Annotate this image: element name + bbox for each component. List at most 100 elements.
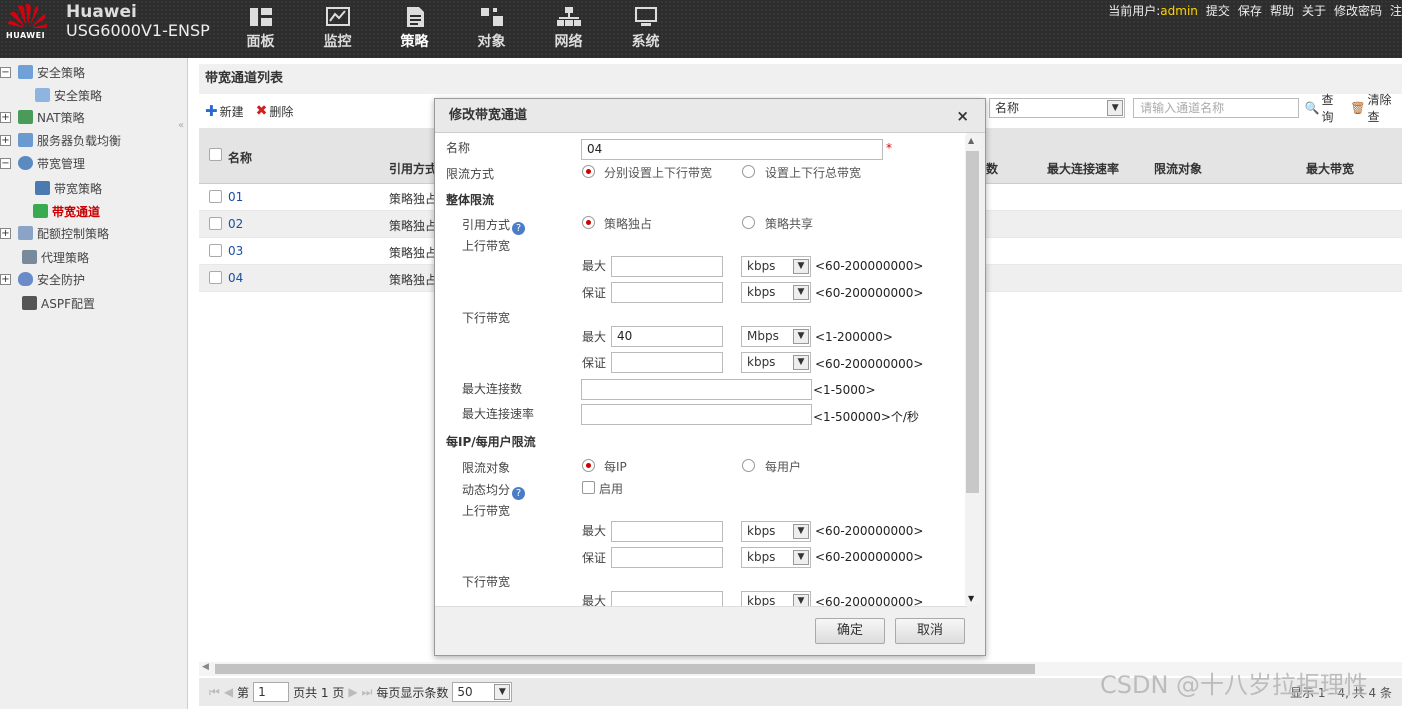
header-max-rate[interactable]: 最大连接速率 <box>1047 160 1119 177</box>
prev-page-icon[interactable]: ◀ <box>224 685 233 699</box>
clear-button[interactable]: 🗑 清除查 <box>1350 91 1402 125</box>
sidebar-item-security-policy-group[interactable]: − 安全策略 <box>0 61 85 83</box>
sidebar-item-security-policy[interactable]: 安全策略 <box>35 84 102 106</box>
row-name-link[interactable]: 03 <box>228 244 243 258</box>
query-button[interactable]: 🔍 查询 <box>1305 91 1345 125</box>
per-uplink-guarantee-input[interactable] <box>611 547 723 568</box>
chevron-down-icon: ▼ <box>793 524 809 539</box>
help-icon[interactable]: ? <box>512 222 526 235</box>
max-rate-input[interactable] <box>581 404 812 425</box>
sidebar-item-nat[interactable]: + NAT策略 <box>0 106 85 128</box>
sidebar-item-bandwidth[interactable]: − 带宽管理 <box>0 152 85 174</box>
page-number-input[interactable]: 1 <box>253 682 290 702</box>
filter-field-select[interactable]: 名称 ▼ <box>989 98 1126 118</box>
header-ref-mode[interactable]: 引用方式 <box>389 160 437 177</box>
nav-policy[interactable]: 策略 <box>376 6 453 51</box>
first-page-icon[interactable]: ⏮ <box>209 685 220 700</box>
downlink-guarantee-input[interactable] <box>611 352 723 373</box>
nav-system[interactable]: 系统 <box>607 6 684 51</box>
sidebar-item-slb[interactable]: + 服务器负载均衡 <box>0 129 121 151</box>
per-uplink-max-unit-select[interactable]: kbps ▼ <box>741 521 811 542</box>
per-uplink-guarantee-unit-select[interactable]: kbps ▼ <box>741 547 811 568</box>
scroll-left-icon[interactable]: ◀ <box>202 662 209 672</box>
header-name[interactable]: 名称 <box>228 149 252 166</box>
expand-toggle-icon[interactable]: + <box>0 111 11 123</box>
expand-toggle-icon[interactable]: + <box>0 227 11 239</box>
select-all-checkbox[interactable] <box>209 148 222 161</box>
row-checkbox[interactable] <box>209 271 222 284</box>
sidebar-item-proxy[interactable]: 代理策略 <box>22 246 89 268</box>
channel-search-input[interactable]: 请输入通道名称 <box>1133 98 1299 118</box>
downlink-guarantee-unit-select[interactable]: kbps ▼ <box>741 352 811 373</box>
per-uplink-max-input[interactable] <box>611 521 723 542</box>
name-input[interactable]: 04 <box>581 139 883 160</box>
sidebar-item-quota[interactable]: + 配额控制策略 <box>0 222 109 244</box>
collapse-toggle-icon[interactable]: − <box>0 66 11 78</box>
row-checkbox[interactable] <box>209 190 222 203</box>
delete-button[interactable]: ✖ 删除 <box>256 103 294 120</box>
target-per-user-radio[interactable] <box>742 459 755 472</box>
save-link[interactable]: 保存 <box>1238 2 1262 19</box>
top-links: 当前用户:admin 提交 保存 帮助 关于 修改密码 注 <box>1108 2 1402 19</box>
close-icon[interactable]: × <box>956 99 969 133</box>
scroll-down-icon[interactable]: ▼ <box>968 594 974 603</box>
mode-separate-radio[interactable] <box>582 165 595 178</box>
uplink-guarantee-unit-select[interactable]: kbps ▼ <box>741 282 811 303</box>
sidebar-item-protection[interactable]: + 安全防护 <box>0 268 85 290</box>
scrollbar-thumb[interactable] <box>966 151 979 493</box>
header-max-bandwidth[interactable]: 最大带宽 <box>1306 160 1354 177</box>
chevron-down-icon: ▼ <box>793 550 809 565</box>
ref-exclusive-radio[interactable] <box>582 216 595 229</box>
nav-monitor[interactable]: 监控 <box>299 6 376 51</box>
current-user[interactable]: admin <box>1160 4 1198 18</box>
sidebar-collapse-icon[interactable]: « <box>178 120 184 131</box>
nav-object[interactable]: 对象 <box>453 6 530 51</box>
new-button[interactable]: ✚ 新建 <box>205 102 244 120</box>
ref-shared-radio[interactable] <box>742 216 755 229</box>
max-conn-input[interactable] <box>581 379 812 400</box>
dialog-title: 修改带宽通道 × <box>435 99 985 133</box>
row-name-link[interactable]: 01 <box>228 190 243 204</box>
expand-toggle-icon[interactable]: + <box>0 134 11 146</box>
chevron-down-icon: ▼ <box>793 329 809 344</box>
change-password-link[interactable]: 修改密码 <box>1334 2 1382 19</box>
commit-link[interactable]: 提交 <box>1206 2 1230 19</box>
last-page-icon[interactable]: ⏭ <box>362 685 373 700</box>
mode-total-radio[interactable] <box>742 165 755 178</box>
nav-network[interactable]: 网络 <box>530 6 607 51</box>
dynamic-enable-checkbox[interactable] <box>582 481 595 494</box>
target-per-ip-radio[interactable] <box>582 459 595 472</box>
channel-icon <box>33 204 48 218</box>
logout-link[interactable]: 注 <box>1390 2 1402 19</box>
expand-toggle-icon[interactable]: + <box>0 273 11 285</box>
sidebar-item-aspf[interactable]: ASPF配置 <box>22 292 95 314</box>
next-page-icon[interactable]: ▶ <box>348 685 357 699</box>
downlink-max-input[interactable]: 40 <box>611 326 723 347</box>
row-checkbox[interactable] <box>209 244 222 257</box>
per-page-select[interactable]: 50 ▼ <box>452 682 513 702</box>
scroll-up-icon[interactable]: ▲ <box>968 136 974 145</box>
header-target[interactable]: 限流对象 <box>1154 160 1202 177</box>
dialog-scrollbar[interactable]: ▲ ▼ <box>965 135 981 605</box>
row-checkbox[interactable] <box>209 217 222 230</box>
cancel-button[interactable]: 取消 <box>895 618 965 644</box>
collapse-toggle-icon[interactable]: − <box>0 157 11 169</box>
ok-button[interactable]: 确定 <box>815 618 885 644</box>
row-name-link[interactable]: 02 <box>228 217 243 231</box>
uplink-guarantee-input[interactable] <box>611 282 723 303</box>
sidebar-item-bandwidth-policy[interactable]: 带宽策略 <box>35 177 102 199</box>
uplink-max-unit-select[interactable]: kbps ▼ <box>741 256 811 277</box>
header-conn[interactable]: 数 <box>986 160 998 177</box>
help-link[interactable]: 帮助 <box>1270 2 1294 19</box>
scrollbar-thumb[interactable] <box>215 664 1035 674</box>
about-link[interactable]: 关于 <box>1302 2 1326 19</box>
per-downlink-max-unit-select[interactable]: kbps ▼ <box>741 591 811 606</box>
downlink-guarantee-label: 保证 <box>582 356 607 370</box>
help-icon[interactable]: ? <box>512 487 526 500</box>
uplink-max-input[interactable] <box>611 256 723 277</box>
row-name-link[interactable]: 04 <box>228 271 243 285</box>
sidebar-item-bandwidth-channel[interactable]: 带宽通道 <box>33 200 100 222</box>
nav-dashboard[interactable]: 面板 <box>222 6 299 51</box>
per-downlink-max-input[interactable] <box>611 591 723 606</box>
downlink-max-unit-select[interactable]: Mbps ▼ <box>741 326 811 347</box>
